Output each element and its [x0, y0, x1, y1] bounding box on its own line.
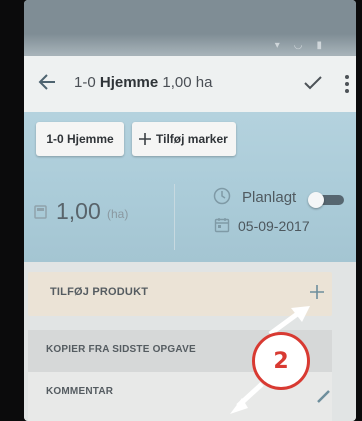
more-vert-icon[interactable] [344, 74, 350, 94]
status-icons: ▾ ◡ ▮ [275, 40, 322, 51]
title-area: 1,00 ha [162, 74, 213, 91]
page-title: 1-0 Hjemme 1,00 ha [74, 74, 212, 91]
comment-label: KOMMENTAR [46, 386, 114, 397]
plus-icon[interactable] [310, 285, 324, 299]
clock-icon [213, 187, 231, 205]
copy-from-last-task-label: KOPIER FRA SIDSTE OPGAVE [46, 344, 196, 355]
back-arrow-icon[interactable] [38, 73, 56, 91]
calculator-icon [34, 205, 47, 219]
task-summary-panel: 1-0 Hjemme Tilføj marker 1,00 (ha) Planl… [24, 112, 356, 262]
signal-icon: ▾ [274, 40, 280, 51]
task-date[interactable]: 05-09-2017 [238, 218, 310, 234]
callout-step-badge: 2 [252, 332, 310, 390]
status-bar: ▾ ◡ ▮ [24, 0, 356, 56]
area-value[interactable]: 1,00 [56, 198, 101, 225]
divider [174, 184, 175, 250]
calendar-icon [214, 218, 230, 233]
task-options-list: TILFØJ PRODUKT KOPIER FRA SIDSTE OPGAVE … [24, 262, 356, 421]
wifi-icon: ◡ [293, 40, 303, 51]
title-field-name: Hjemme [99, 74, 159, 91]
planned-toggle[interactable] [308, 192, 346, 208]
callout-number: 2 [273, 348, 289, 374]
plus-icon [139, 133, 151, 145]
check-icon[interactable] [304, 76, 322, 90]
add-product-row[interactable]: TILFØJ PRODUKT [28, 272, 332, 316]
toggle-knob [308, 192, 324, 208]
add-markers-button[interactable]: Tilføj marker [132, 122, 236, 156]
add-product-label: TILFØJ PRODUKT [50, 286, 149, 298]
planned-label: Planlagt [242, 189, 297, 206]
app-bar: 1-0 Hjemme 1,00 ha [24, 56, 356, 112]
battery-icon: ▮ [316, 40, 322, 51]
pencil-icon[interactable] [316, 388, 332, 404]
title-prefix: 1-0 [74, 74, 96, 91]
add-markers-label: Tilføj marker [156, 132, 228, 146]
field-chip-label: 1-0 Hjemme [46, 132, 114, 146]
field-chip[interactable]: 1-0 Hjemme [36, 122, 124, 156]
area-unit: (ha) [107, 207, 129, 221]
